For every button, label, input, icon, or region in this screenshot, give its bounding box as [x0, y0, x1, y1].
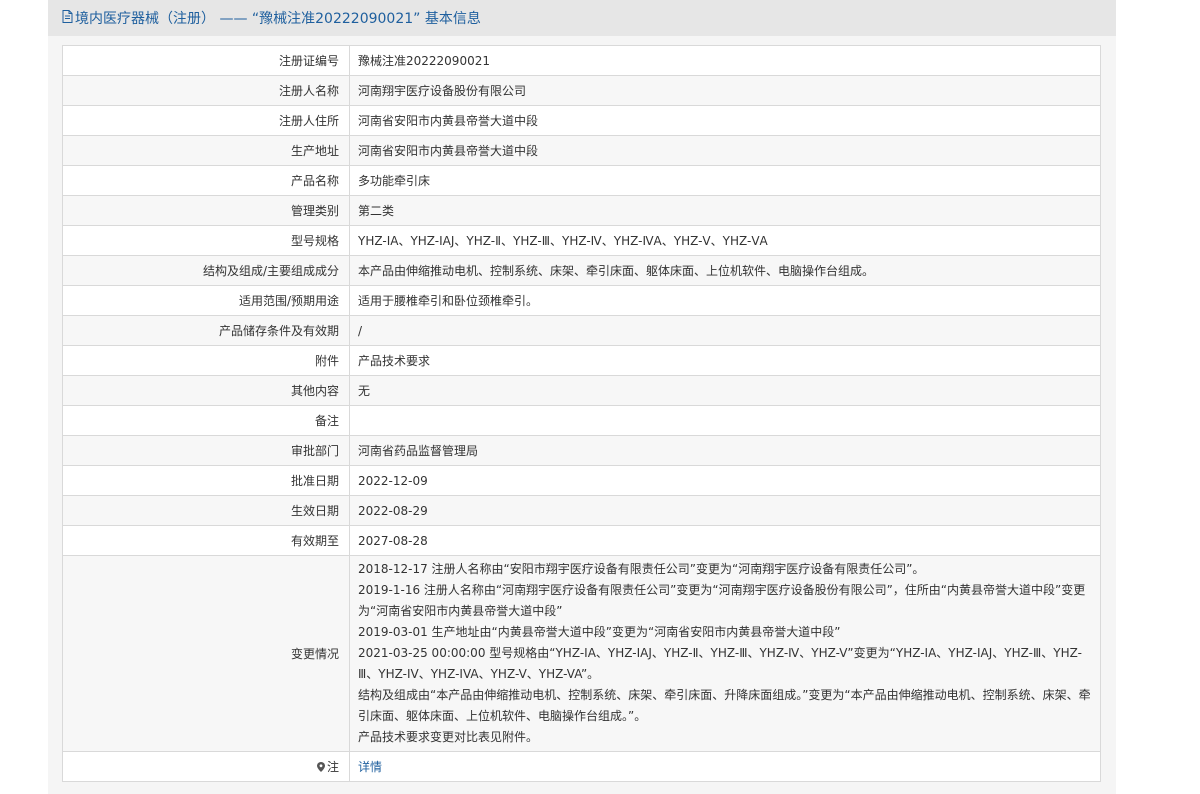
- field-label: 注册证编号: [62, 45, 350, 76]
- details-link[interactable]: 详情: [358, 760, 382, 774]
- field-value: 豫械注准20222090021: [349, 45, 1101, 76]
- table-row: 备注: [62, 405, 1101, 436]
- table-row: 适用范围/预期用途 适用于腰椎牵引和卧位颈椎牵引。: [62, 285, 1101, 316]
- field-value: [349, 405, 1101, 436]
- table-row: 审批部门 河南省药品监督管理局: [62, 435, 1101, 466]
- field-value: YHZ-ⅠA、YHZ-ⅠAJ、YHZ-Ⅱ、YHZ-Ⅲ、YHZ-Ⅳ、YHZ-ⅣA、…: [349, 225, 1101, 256]
- table-row: 产品储存条件及有效期 /: [62, 315, 1101, 346]
- field-value: 2027-08-28: [349, 525, 1101, 556]
- field-value: 无: [349, 375, 1101, 406]
- field-label: 适用范围/预期用途: [62, 285, 350, 316]
- table-row-note: 注 详情: [62, 751, 1101, 782]
- table-row: 结构及组成/主要组成成分 本产品由伸缩推动电机、控制系统、床架、牵引床面、躯体床面…: [62, 255, 1101, 286]
- field-label: 批准日期: [62, 465, 350, 496]
- table-row: 注册证编号 豫械注准20222090021: [62, 45, 1101, 76]
- page-title: 境内医疗器械（注册） —— “豫械注准20222090021” 基本信息: [75, 11, 481, 27]
- field-label: 生效日期: [62, 495, 350, 526]
- note-label: 注: [326, 760, 339, 774]
- field-value: 河南省安阳市内黄县帝誉大道中段: [349, 135, 1101, 166]
- table-row: 注册人住所 河南省安阳市内黄县帝誉大道中段: [62, 105, 1101, 136]
- document-icon: [62, 9, 73, 27]
- table-row: 型号规格 YHZ-ⅠA、YHZ-ⅠAJ、YHZ-Ⅱ、YHZ-Ⅲ、YHZ-Ⅳ、YHZ…: [62, 225, 1101, 256]
- field-label: 管理类别: [62, 195, 350, 226]
- field-label: 注册人名称: [62, 75, 350, 106]
- change-entry: 2019-1-16 注册人名称由“河南翔宇医疗设备有限责任公司”变更为“河南翔宇…: [358, 583, 1086, 618]
- field-value: 多功能牵引床: [349, 165, 1101, 196]
- change-entry: 2019-03-01 生产地址由“内黄县帝誉大道中段”变更为“河南省安阳市内黄县…: [358, 625, 841, 639]
- change-entry: 结构及组成由“本产品由伸缩推动电机、控制系统、床架、牵引床面、升降床面组成。”变…: [358, 688, 1091, 723]
- table-row-changes: 变更情况 2018-12-17 注册人名称由“安阳市翔宇医疗设备有限责任公司”变更…: [62, 555, 1101, 752]
- field-label: 备注: [62, 405, 350, 436]
- table-row: 有效期至 2027-08-28: [62, 525, 1101, 556]
- field-value: /: [349, 315, 1101, 346]
- table-row: 产品名称 多功能牵引床: [62, 165, 1101, 196]
- field-value: 河南省药品监督管理局: [349, 435, 1101, 466]
- field-label: 变更情况: [62, 555, 350, 752]
- field-value: 河南省安阳市内黄县帝誉大道中段: [349, 105, 1101, 136]
- field-label: 审批部门: [62, 435, 350, 466]
- field-value: 第二类: [349, 195, 1101, 226]
- map-pin-icon: [316, 761, 325, 772]
- field-label: 型号规格: [62, 225, 350, 256]
- change-entry: 2021-03-25 00:00:00 型号规格由“YHZ-IA、YHZ-IAJ…: [358, 646, 1082, 681]
- table-row: 生产地址 河南省安阳市内黄县帝誉大道中段: [62, 135, 1101, 166]
- page-container: 境内医疗器械（注册） —— “豫械注准20222090021” 基本信息 注册证…: [48, 0, 1116, 794]
- field-value: 河南翔宇医疗设备股份有限公司: [349, 75, 1101, 106]
- table-row: 注册人名称 河南翔宇医疗设备股份有限公司: [62, 75, 1101, 106]
- field-value: 2022-12-09: [349, 465, 1101, 496]
- note-label-cell: 注: [62, 751, 350, 782]
- table-row: 生效日期 2022-08-29: [62, 495, 1101, 526]
- table-row: 其他内容无: [62, 375, 1101, 406]
- change-history: 2018-12-17 注册人名称由“安阳市翔宇医疗设备有限责任公司”变更为“河南…: [349, 555, 1101, 752]
- field-value: 本产品由伸缩推动电机、控制系统、床架、牵引床面、躯体床面、上位机软件、电脑操作台…: [349, 255, 1101, 286]
- note-value: 详情: [349, 751, 1101, 782]
- field-value: 产品技术要求: [349, 345, 1101, 376]
- field-label: 结构及组成/主要组成成分: [62, 255, 350, 286]
- field-label: 生产地址: [62, 135, 350, 166]
- page-header: 境内医疗器械（注册） —— “豫械注准20222090021” 基本信息: [48, 0, 1116, 36]
- field-label: 有效期至: [62, 525, 350, 556]
- field-value: 2022-08-29: [349, 495, 1101, 526]
- field-label: 注册人住所: [62, 105, 350, 136]
- field-label: 其他内容: [62, 375, 350, 406]
- table-row: 批准日期 2022-12-09: [62, 465, 1101, 496]
- info-table-wrapper: 注册证编号 豫械注准20222090021 注册人名称 河南翔宇医疗设备股份有限公司注…: [62, 45, 1101, 782]
- field-label: 附件: [62, 345, 350, 376]
- field-label: 产品名称: [62, 165, 350, 196]
- info-table: 注册证编号 豫械注准20222090021 注册人名称 河南翔宇医疗设备股份有限公司注…: [62, 45, 1101, 782]
- change-entry: 产品技术要求变更对比表见附件。: [358, 730, 539, 744]
- table-row: 附件 产品技术要求: [62, 345, 1101, 376]
- table-row: 管理类别 第二类: [62, 195, 1101, 226]
- field-label: 产品储存条件及有效期: [62, 315, 350, 346]
- change-entry: 2018-12-17 注册人名称由“安阳市翔宇医疗设备有限责任公司”变更为“河南…: [358, 562, 925, 576]
- field-value: 适用于腰椎牵引和卧位颈椎牵引。: [349, 285, 1101, 316]
